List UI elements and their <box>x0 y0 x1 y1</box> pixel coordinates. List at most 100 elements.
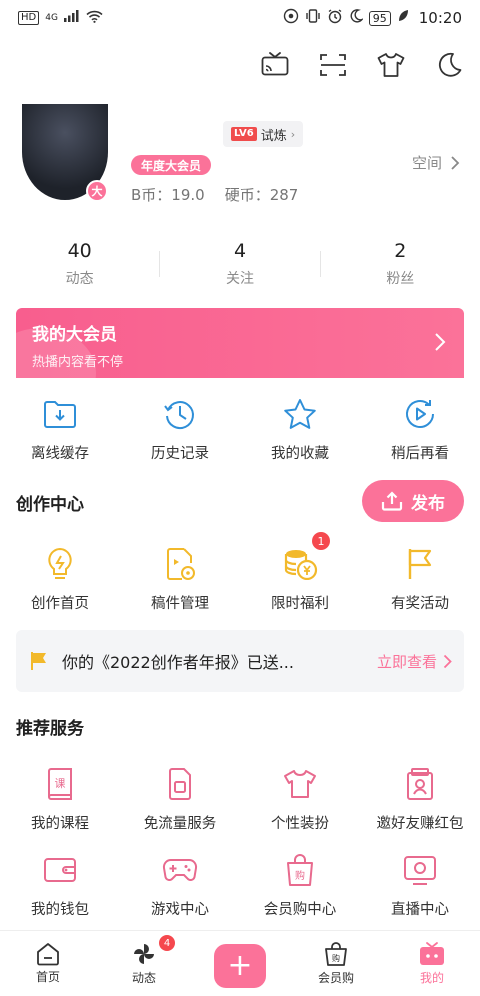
star-icon <box>280 394 320 434</box>
live-tv-icon <box>400 850 440 890</box>
service-free-data[interactable]: 免流量服务 <box>120 764 240 833</box>
top-toolbar <box>258 48 466 82</box>
tab-mall[interactable]: 购 会员购 <box>288 931 384 996</box>
stat-label: 粉丝 <box>386 271 415 287</box>
tab-publish[interactable]: + <box>192 931 288 996</box>
tab-label: 我的 <box>419 971 444 985</box>
quick-action-label: 我的收藏 <box>271 446 329 462</box>
sim-card-icon <box>160 764 200 804</box>
service-decoration[interactable]: 个性装扮 <box>240 764 360 833</box>
tab-home[interactable]: 首页 <box>0 931 96 996</box>
shop-bag-icon: 购 <box>325 942 347 966</box>
vip-banner[interactable]: 我的大会员 热播内容看不停 <box>16 308 464 378</box>
creation-label: 稿件管理 <box>151 596 209 612</box>
bcoin-balance[interactable]: B币：19.0 <box>131 184 205 205</box>
vibrate-icon <box>305 8 321 28</box>
stat-dynamics[interactable]: 40 动态 <box>0 236 159 292</box>
stat-following[interactable]: 4 关注 <box>160 236 319 292</box>
tshirt-icon <box>280 764 320 804</box>
tab-label: 会员购 <box>317 971 354 985</box>
flag-icon <box>400 544 440 584</box>
wifi-icon <box>86 10 103 27</box>
stat-value: 2 <box>394 240 407 262</box>
service-wallet[interactable]: 我的钱包 <box>0 850 120 919</box>
eye-comfort-icon <box>283 8 299 28</box>
view-now-link[interactable]: 立即查看 <box>377 651 452 672</box>
tab-mine[interactable]: 我的 <box>384 931 480 996</box>
creation-label: 创作首页 <box>31 596 89 612</box>
vip-avatar-badge: 大 <box>86 180 108 202</box>
tshirt-icon[interactable] <box>374 48 408 82</box>
creation-prize-activities[interactable]: 有奖活动 <box>360 544 480 613</box>
creator-report-notice[interactable]: 你的《2022创作者年报》已送... 立即查看 <box>16 630 464 692</box>
vip-tag[interactable]: 年度大会员 <box>131 155 212 175</box>
chevron-right-icon <box>451 155 460 170</box>
quick-action-label: 历史记录 <box>151 446 209 462</box>
creation-home[interactable]: 创作首页 <box>0 544 120 613</box>
battery-level: 95 <box>368 10 391 26</box>
download-folder-icon <box>40 394 80 434</box>
stat-value: 40 <box>67 240 92 262</box>
benefits-badge: 1 <box>312 532 330 550</box>
stat-fans[interactable]: 2 粉丝 <box>321 236 480 292</box>
tab-dynamics[interactable]: 4 动态 <box>96 931 192 996</box>
service-label: 会员购中心 <box>263 902 337 918</box>
course-book-icon: 课 <box>40 764 80 804</box>
pinwheel-icon <box>134 944 154 964</box>
vip-banner-subtitle: 热播内容看不停 <box>32 355 124 370</box>
level-trial-label: 试炼 <box>260 128 287 144</box>
tv-cast-icon[interactable] <box>258 48 292 82</box>
service-game-center[interactable]: 游戏中心 <box>120 850 240 919</box>
services-row-1: 课 我的课程 免流量服务 个性装扮 邀好友赚红包 <box>0 764 480 833</box>
gamepad-icon <box>160 850 200 890</box>
leaf-icon <box>397 9 409 27</box>
creation-label: 限时福利 <box>271 596 329 612</box>
service-label: 邀好友赚红包 <box>376 816 464 832</box>
service-label: 游戏中心 <box>151 902 209 918</box>
service-invite-friends[interactable]: 邀好友赚红包 <box>360 764 480 833</box>
quick-action-label: 稍后再看 <box>391 446 449 462</box>
vip-banner-title: 我的大会员 <box>32 325 117 345</box>
status-bar: HD 4G 95 10:20 <box>0 0 480 36</box>
space-link[interactable]: 空间 <box>412 152 460 173</box>
tab-label: 首页 <box>35 970 60 984</box>
space-link-label: 空间 <box>411 154 442 172</box>
plus-icon: + <box>214 943 266 988</box>
coin-balance: B币：19.0 硬币：287 <box>131 184 298 205</box>
level-badge: LV6 <box>231 127 257 141</box>
moon-icon[interactable] <box>432 48 466 82</box>
dynamics-badge: 4 <box>159 935 175 951</box>
service-label: 直播中心 <box>391 902 449 918</box>
notice-text: 你的《2022创作者年报》已送... <box>62 653 294 672</box>
publish-button[interactable]: 发布 <box>362 480 464 522</box>
hard-coin-balance: 硬币：287 <box>224 186 299 204</box>
service-mall-center[interactable]: 购 会员购中心 <box>240 850 360 919</box>
quick-action-label: 离线缓存 <box>31 446 89 462</box>
creation-draft-manage[interactable]: 稿件管理 <box>120 544 240 613</box>
flag-icon <box>31 652 46 670</box>
creation-grid: 创作首页 稿件管理 1 限时福利 有奖活动 <box>0 532 480 613</box>
draft-file-icon <box>160 544 200 584</box>
stat-label: 动态 <box>65 271 94 287</box>
chevron-right-icon <box>443 654 452 668</box>
watch-later-icon <box>400 394 440 434</box>
view-now-label: 立即查看 <box>376 652 437 671</box>
signal-icon <box>63 10 80 26</box>
dnd-moon-icon <box>349 9 364 27</box>
level-trial-chip[interactable]: LV6 试炼 › <box>223 121 304 147</box>
profile-stats: 40 动态 4 关注 2 粉丝 <box>0 236 480 292</box>
coins-icon: 1 <box>280 532 330 584</box>
quick-action-offline-cache[interactable]: 离线缓存 <box>0 394 120 463</box>
stat-value: 4 <box>233 240 247 262</box>
quick-action-history[interactable]: 历史记录 <box>120 394 240 463</box>
creation-limited-benefits[interactable]: 1 限时福利 <box>240 532 360 613</box>
quick-action-favorites[interactable]: 我的收藏 <box>240 394 360 463</box>
chevron-right-icon: › <box>290 127 296 141</box>
history-clock-icon <box>160 394 200 434</box>
service-label: 免流量服务 <box>143 816 217 832</box>
service-my-courses[interactable]: 课 我的课程 <box>0 764 120 833</box>
services-row-2: 我的钱包 游戏中心 购 会员购中心 直播中心 <box>0 850 480 919</box>
service-live-center[interactable]: 直播中心 <box>360 850 480 919</box>
quick-action-watch-later[interactable]: 稍后再看 <box>360 394 480 463</box>
scan-icon[interactable] <box>316 48 350 82</box>
